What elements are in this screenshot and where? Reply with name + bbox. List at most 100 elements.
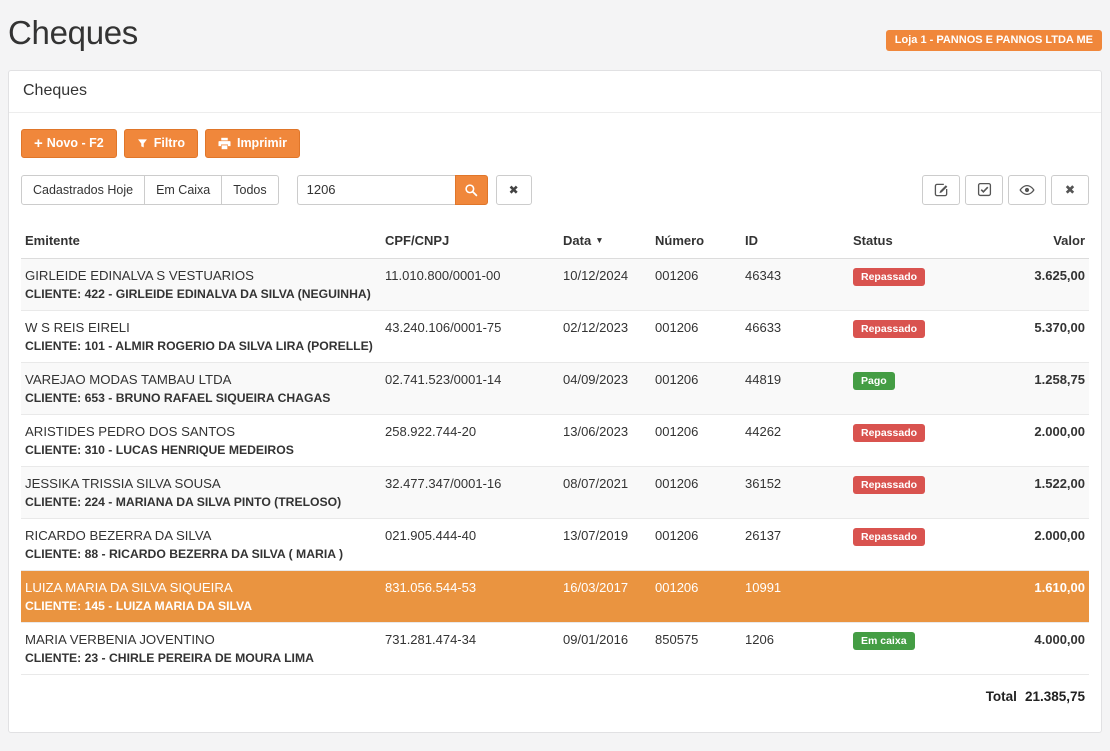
view-button[interactable]	[1008, 175, 1046, 205]
row-emitente: JESSIKA TRISSIA SILVA SOUSA	[25, 474, 377, 493]
row-data: 16/03/2017	[559, 570, 651, 622]
col-header-numero[interactable]: Número	[651, 225, 741, 259]
row-emitente: RICARDO BEZERRA DA SILVA	[25, 526, 377, 545]
row-id: 44262	[741, 414, 849, 466]
status-badge: Repassado	[853, 528, 925, 547]
row-data: 08/07/2021	[559, 466, 651, 518]
remove-button[interactable]: ✖	[1051, 175, 1089, 205]
row-id: 10991	[741, 570, 849, 622]
total-row: Total 21.385,75	[21, 675, 1089, 704]
row-id: 1206	[741, 622, 849, 674]
row-data: 02/12/2023	[559, 310, 651, 362]
quick-filter-group: Cadastrados Hoje Em Caixa Todos	[21, 175, 279, 205]
filter-button[interactable]: Filtro	[124, 129, 198, 158]
row-emitente: ARISTIDES PEDRO DOS SANTOS	[25, 422, 377, 441]
row-cliente: CLIENTE: 224 - MARIANA DA SILVA PINTO (T…	[25, 493, 377, 512]
plus-icon: +	[34, 136, 43, 151]
row-cpf-cnpj: 32.477.347/0001-16	[381, 466, 559, 518]
x-icon: ✖	[509, 183, 519, 197]
row-id: 44819	[741, 362, 849, 414]
eye-icon	[1019, 182, 1035, 198]
row-id: 46633	[741, 310, 849, 362]
col-header-cpf-cnpj[interactable]: CPF/CNPJ	[381, 225, 559, 259]
row-cliente: CLIENTE: 310 - LUCAS HENRIQUE MEDEIROS	[25, 441, 377, 460]
table-row[interactable]: VAREJAO MODAS TAMBAU LTDA CLIENTE: 653 -…	[21, 362, 1089, 414]
print-button[interactable]: Imprimir	[205, 129, 300, 158]
table-row[interactable]: GIRLEIDE EDINALVA S VESTUARIOS CLIENTE: …	[21, 258, 1089, 310]
row-emitente: W S REIS EIRELI	[25, 318, 377, 337]
search-input[interactable]	[297, 175, 455, 205]
store-badge: Loja 1 - PANNOS E PANNOS LTDA ME	[886, 30, 1102, 51]
toolbar: + Novo - F2 Filtro Imprimir	[21, 129, 1089, 158]
row-cliente: CLIENTE: 23 - CHIRLE PEREIRA DE MOURA LI…	[25, 649, 377, 668]
col-header-data-label: Data	[563, 233, 591, 248]
search-button[interactable]	[455, 175, 488, 205]
total-label: Total	[986, 689, 1017, 704]
row-id: 46343	[741, 258, 849, 310]
row-cpf-cnpj: 43.240.106/0001-75	[381, 310, 559, 362]
row-id: 36152	[741, 466, 849, 518]
filter-button-label: Filtro	[154, 136, 185, 150]
status-badge: Repassado	[853, 320, 925, 339]
panel-title: Cheques	[9, 71, 1101, 113]
status-badge: Repassado	[853, 424, 925, 443]
row-numero: 001206	[651, 570, 741, 622]
cheques-table: Emitente CPF/CNPJ Data ▼ Número ID Status…	[21, 225, 1089, 675]
table-row[interactable]: RICARDO BEZERRA DA SILVA CLIENTE: 88 - R…	[21, 518, 1089, 570]
select-button[interactable]	[965, 175, 1003, 205]
row-emitente: GIRLEIDE EDINALVA S VESTUARIOS	[25, 266, 377, 285]
col-header-status[interactable]: Status	[849, 225, 967, 259]
print-button-label: Imprimir	[237, 136, 287, 150]
table-body: GIRLEIDE EDINALVA S VESTUARIOS CLIENTE: …	[21, 258, 1089, 674]
filter-tab-todos[interactable]: Todos	[221, 175, 278, 205]
status-badge: Em caixa	[853, 632, 915, 651]
table-header-row: Emitente CPF/CNPJ Data ▼ Número ID Status…	[21, 225, 1089, 259]
row-cliente: CLIENTE: 653 - BRUNO RAFAEL SIQUEIRA CHA…	[25, 389, 377, 408]
filter-tab-em-caixa[interactable]: Em Caixa	[144, 175, 222, 205]
filter-tab-cadastrados-hoje[interactable]: Cadastrados Hoje	[21, 175, 145, 205]
edit-button[interactable]	[922, 175, 960, 205]
sort-desc-icon: ▼	[595, 235, 603, 245]
col-header-id[interactable]: ID	[741, 225, 849, 259]
col-header-valor[interactable]: Valor	[967, 225, 1089, 259]
row-valor: 2.000,00	[967, 518, 1089, 570]
row-emitente: LUIZA MARIA DA SILVA SIQUEIRA	[25, 578, 377, 597]
printer-icon	[218, 137, 231, 150]
row-cliente: CLIENTE: 88 - RICARDO BEZERRA DA SILVA (…	[25, 545, 377, 564]
col-header-emitente[interactable]: Emitente	[21, 225, 381, 259]
row-valor: 5.370,00	[967, 310, 1089, 362]
row-emitente: MARIA VERBENIA JOVENTINO	[25, 630, 377, 649]
search-group	[297, 175, 488, 205]
row-id: 26137	[741, 518, 849, 570]
filter-row: Cadastrados Hoje Em Caixa Todos ✖	[21, 175, 1089, 205]
row-numero: 850575	[651, 622, 741, 674]
row-data: 10/12/2024	[559, 258, 651, 310]
page-header: Cheques Loja 1 - PANNOS E PANNOS LTDA ME	[0, 0, 1110, 52]
table-row[interactable]: W S REIS EIRELI CLIENTE: 101 - ALMIR ROG…	[21, 310, 1089, 362]
row-data: 09/01/2016	[559, 622, 651, 674]
total-value: 21.385,75	[1025, 689, 1085, 704]
status-badge: Pago	[853, 372, 895, 391]
clear-search-button[interactable]: ✖	[496, 175, 532, 205]
row-numero: 001206	[651, 414, 741, 466]
status-badge: Repassado	[853, 476, 925, 495]
row-cpf-cnpj: 831.056.544-53	[381, 570, 559, 622]
x-icon: ✖	[1065, 182, 1075, 197]
col-header-data[interactable]: Data ▼	[559, 225, 651, 259]
row-valor: 3.625,00	[967, 258, 1089, 310]
table-row[interactable]: LUIZA MARIA DA SILVA SIQUEIRA CLIENTE: 1…	[21, 570, 1089, 622]
row-numero: 001206	[651, 466, 741, 518]
row-data: 04/09/2023	[559, 362, 651, 414]
table-row[interactable]: ARISTIDES PEDRO DOS SANTOS CLIENTE: 310 …	[21, 414, 1089, 466]
table-row[interactable]: JESSIKA TRISSIA SILVA SOUSA CLIENTE: 224…	[21, 466, 1089, 518]
cheques-panel: Cheques + Novo - F2 Filtro	[8, 70, 1102, 733]
funnel-icon	[137, 138, 148, 149]
table-row[interactable]: MARIA VERBENIA JOVENTINO CLIENTE: 23 - C…	[21, 622, 1089, 674]
row-valor: 4.000,00	[967, 622, 1089, 674]
new-button[interactable]: + Novo - F2	[21, 129, 117, 158]
row-cliente: CLIENTE: 422 - GIRLEIDE EDINALVA DA SILV…	[25, 285, 377, 304]
row-cliente: CLIENTE: 101 - ALMIR ROGERIO DA SILVA LI…	[25, 337, 377, 356]
row-emitente: VAREJAO MODAS TAMBAU LTDA	[25, 370, 377, 389]
row-cpf-cnpj: 258.922.744-20	[381, 414, 559, 466]
row-data: 13/07/2019	[559, 518, 651, 570]
